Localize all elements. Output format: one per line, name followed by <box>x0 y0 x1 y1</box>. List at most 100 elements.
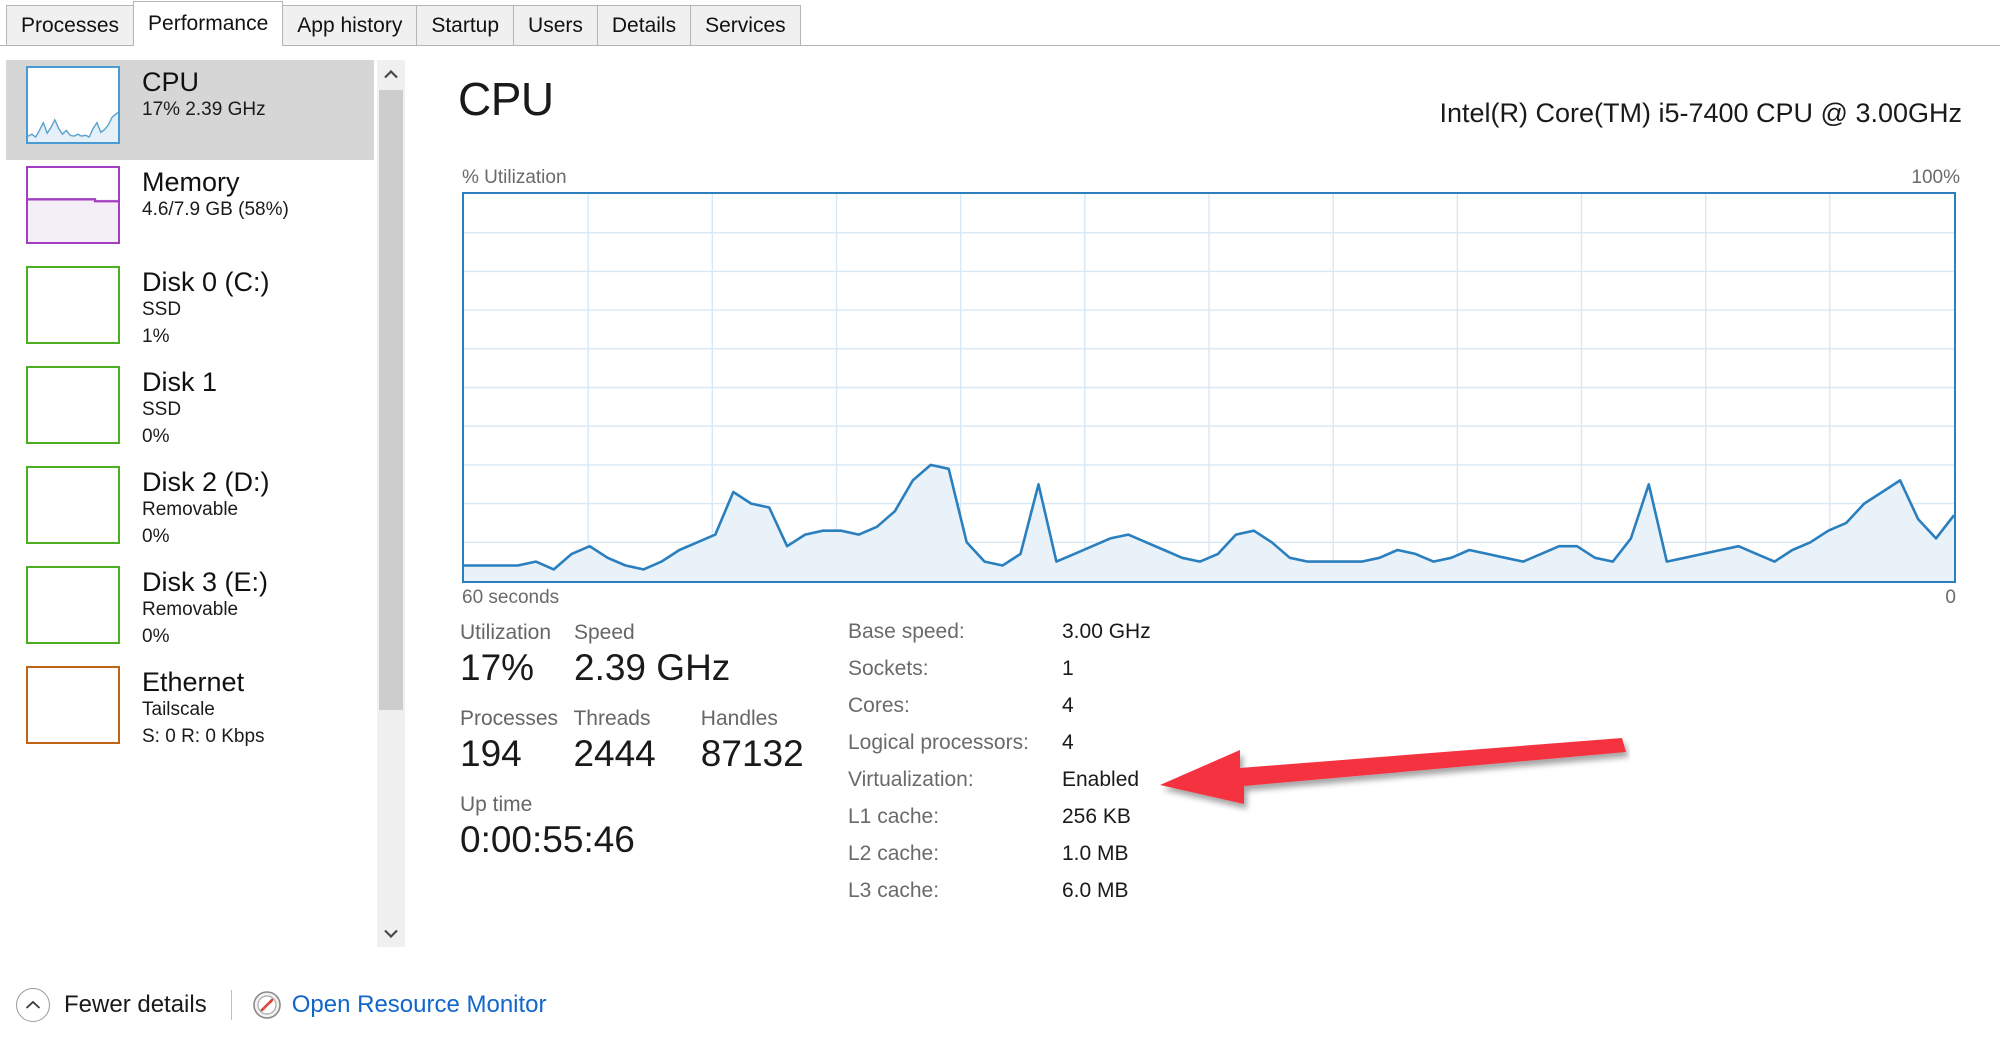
scroll-down-button[interactable] <box>377 919 405 947</box>
stat-value: 2.39 GHz <box>574 647 731 689</box>
fewer-details-label: Fewer details <box>64 991 207 1018</box>
stat-value: 194 <box>460 733 522 775</box>
cpu-mini-graph <box>26 66 120 144</box>
spec-sockets: Sockets: 1 <box>848 657 1151 694</box>
graph-y-axis-max: 100% <box>1911 167 1960 188</box>
task-manager-window: Processes Performance App history Startu… <box>0 0 2000 1049</box>
open-resource-monitor-link[interactable]: Open Resource Monitor <box>252 990 547 1020</box>
tab-performance[interactable]: Performance <box>133 1 284 46</box>
status-bar: Fewer details Open Resource Monitor <box>0 961 2000 1049</box>
sidebar-item-cpu[interactable]: CPU 17% 2.39 GHz <box>6 60 374 160</box>
sidebar-item-title: Disk 0 (C:) <box>142 267 270 297</box>
spec-virtualization: Virtualization: Enabled <box>848 768 1151 805</box>
stats-row-primary: Utilization 17% Speed 2.39 GHz <box>460 620 860 690</box>
tab-processes[interactable]: Processes <box>6 5 135 45</box>
sidebar-item-text: Disk 3 (E:) Removable 0% <box>142 566 268 649</box>
sidebar-item-disk-2[interactable]: Disk 2 (D:) Removable 0% <box>6 460 374 560</box>
sidebar-item-text: Disk 1 SSD 0% <box>142 366 217 449</box>
spec-value: 4 <box>1062 731 1074 754</box>
tab-label: Performance <box>148 12 269 35</box>
sidebar-scrollbar[interactable] <box>377 60 405 947</box>
sidebar-item-disk-3[interactable]: Disk 3 (E:) Removable 0% <box>6 560 374 660</box>
spec-l2-cache: L2 cache: 1.0 MB <box>848 842 1151 879</box>
stat-value: 0:00:55:46 <box>460 819 635 861</box>
spec-cores: Cores: 4 <box>848 694 1151 731</box>
spec-value: 3.00 GHz <box>1062 620 1151 643</box>
stat-label: Processes <box>460 706 559 730</box>
stat-uptime: Up time 0:00:55:46 <box>460 792 860 862</box>
stat-speed: Speed 2.39 GHz <box>574 620 774 690</box>
cpu-graph-svg <box>464 194 1954 581</box>
spec-l3-cache: L3 cache: 6.0 MB <box>848 879 1151 916</box>
tab-label: Users <box>528 13 583 37</box>
sidebar-item-line2: 0% <box>142 425 170 447</box>
tab-users[interactable]: Users <box>513 5 598 45</box>
stat-label: Utilization <box>460 621 552 644</box>
sidebar-item-text: CPU 17% 2.39 GHz <box>142 66 266 123</box>
sidebar-item-title: Ethernet <box>142 667 245 697</box>
stat-value: 2444 <box>573 733 656 775</box>
cpu-stats: Utilization 17% Speed 2.39 GHz Processes… <box>460 620 860 862</box>
spec-key: Cores: <box>848 694 910 717</box>
sidebar-item-text: Disk 2 (D:) Removable 0% <box>142 466 270 549</box>
sidebar-item-title: Disk 2 (D:) <box>142 467 270 497</box>
sidebar-item-line2: S: 0 R: 0 Kbps <box>142 725 265 747</box>
spec-value: 1.0 MB <box>1062 842 1129 865</box>
stat-value: 17% <box>460 647 535 689</box>
tab-services[interactable]: Services <box>690 5 801 45</box>
cpu-model-label: Intel(R) Core(TM) i5-7400 CPU @ 3.00GHz <box>1439 98 1962 128</box>
graph-gridlines <box>464 194 1954 581</box>
scrollbar-thumb[interactable] <box>379 90 403 710</box>
sidebar-item-disk-0[interactable]: Disk 0 (C:) SSD 1% <box>6 260 374 360</box>
stat-threads: Threads 2444 <box>573 706 700 776</box>
fewer-details-button[interactable]: Fewer details <box>16 988 207 1022</box>
stats-row-counts: Processes 194 Threads 2444 Handles 87132 <box>460 706 860 776</box>
footer-divider <box>230 990 232 1020</box>
spec-key: L3 cache: <box>848 879 940 902</box>
spec-value: 1 <box>1062 657 1074 680</box>
tab-details[interactable]: Details <box>596 5 692 45</box>
tab-app-history[interactable]: App history <box>282 5 418 45</box>
tab-bar: Processes Performance App history Startu… <box>0 0 2000 46</box>
page-title: CPU <box>458 73 554 125</box>
sidebar-item-title: Memory <box>142 167 240 197</box>
tab-label: Processes <box>21 13 120 37</box>
spec-key: Logical processors: <box>848 731 1029 754</box>
tab-label: App history <box>297 13 403 37</box>
tab-startup[interactable]: Startup <box>416 5 515 45</box>
sidebar-item-line1: SSD <box>142 399 182 421</box>
disk-1-mini-graph <box>26 366 120 444</box>
sidebar-item-line2: 0% <box>142 525 170 547</box>
spec-key: Sockets: <box>848 657 929 680</box>
sidebar-item-text: Ethernet Tailscale S: 0 R: 0 Kbps <box>142 666 265 749</box>
stat-value: 87132 <box>700 733 804 775</box>
sidebar-item-line1: 17% 2.39 GHz <box>142 99 266 121</box>
spec-key: L2 cache: <box>848 842 940 865</box>
stat-processes: Processes 194 <box>460 706 573 776</box>
sidebar-item-text: Disk 0 (C:) SSD 1% <box>142 266 270 349</box>
tab-label: Startup <box>431 13 500 37</box>
sidebar-item-memory[interactable]: Memory 4.6/7.9 GB (58%) <box>6 160 374 260</box>
spec-value: 4 <box>1062 694 1074 717</box>
sidebar-item-title: CPU <box>142 67 200 97</box>
sidebar-item-title: Disk 1 <box>142 367 218 397</box>
sidebar-item-line1: 4.6/7.9 GB (58%) <box>142 199 289 221</box>
graph-x-axis-left-label: 60 seconds <box>462 587 560 608</box>
sidebar-item-ethernet[interactable]: Ethernet Tailscale S: 0 R: 0 Kbps <box>6 660 374 760</box>
sidebar-item-line1: SSD <box>142 299 182 321</box>
scroll-up-button[interactable] <box>377 60 405 88</box>
spec-logical-processors: Logical processors: 4 <box>848 731 1151 768</box>
stat-label: Up time <box>460 792 533 816</box>
resource-sidebar[interactable]: CPU 17% 2.39 GHz Memory 4.6/7.9 GB (58%) <box>6 60 374 947</box>
spec-base-speed: Base speed: 3.00 GHz <box>848 620 1151 657</box>
memory-mini-graph <box>26 166 120 244</box>
spec-key: L1 cache: <box>848 805 940 828</box>
sidebar-item-text: Memory 4.6/7.9 GB (58%) <box>142 166 289 223</box>
sidebar-item-disk-1[interactable]: Disk 1 SSD 0% <box>6 360 374 460</box>
spec-key: Virtualization: <box>848 768 974 791</box>
chevron-up-circle-icon <box>16 988 50 1022</box>
spec-l1-cache: L1 cache: 256 KB <box>848 805 1151 842</box>
stat-label: Handles <box>700 706 778 730</box>
cpu-utilization-graph[interactable] <box>462 192 1956 583</box>
sidebar-item-line1: Removable <box>142 599 239 621</box>
